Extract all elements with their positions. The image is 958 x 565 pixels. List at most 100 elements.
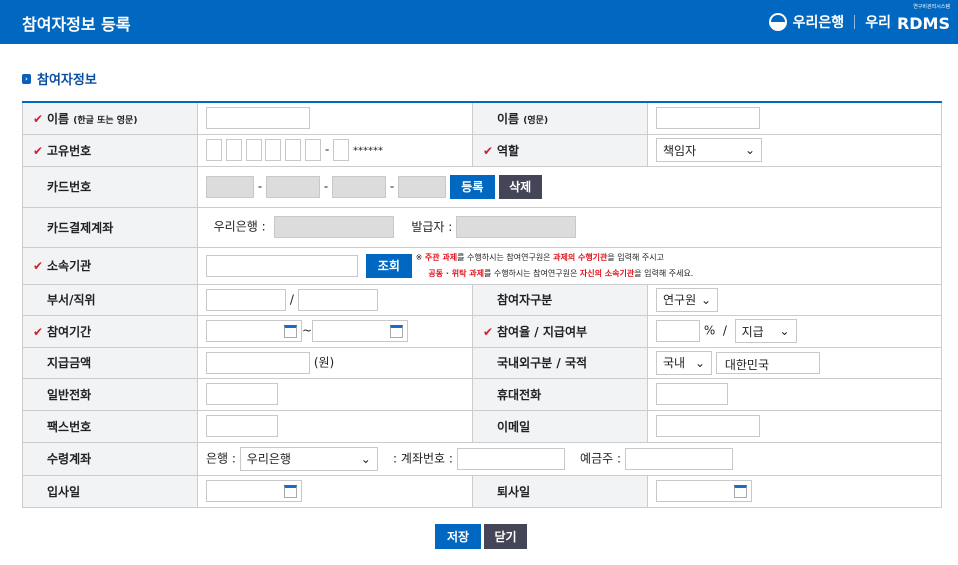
close-button[interactable]: 닫기: [484, 524, 527, 549]
dash: -: [324, 142, 330, 157]
domestic-select[interactable]: 국내 ⌄: [656, 350, 712, 375]
card-no-input-2[interactable]: [266, 175, 320, 198]
label-note: (한글 또는 영문): [73, 115, 138, 126]
holder-input[interactable]: [624, 447, 733, 470]
calendar-icon[interactable]: [734, 485, 747, 498]
required-check-icon: ✔: [483, 143, 494, 158]
dash: -: [257, 179, 263, 193]
tilde: ~: [302, 323, 313, 338]
calendar-icon[interactable]: [284, 325, 297, 338]
label-pay-amount: 지급금액: [47, 356, 92, 370]
name-kr-input[interactable]: [206, 107, 310, 130]
note-text: 을 입력해 주시고: [607, 252, 665, 262]
id-digit-input[interactable]: [225, 139, 242, 161]
id-digit-input[interactable]: [333, 139, 350, 161]
rate-input[interactable]: [656, 320, 700, 342]
label-join-date: 입사일: [47, 484, 81, 499]
label-dept-pos: 부서/직위: [47, 293, 96, 307]
id-digit-input[interactable]: [206, 139, 222, 161]
save-button[interactable]: 저장: [435, 524, 481, 549]
note-text: 을 입력해 주세요.: [634, 268, 694, 278]
label-name-en: 이름: [497, 111, 520, 126]
account-no-input[interactable]: [456, 447, 565, 470]
label-mobile: 휴대전화: [497, 387, 542, 402]
affiliation-input[interactable]: [206, 254, 358, 277]
affiliation-note: ※ 주관 과제를 수행하시는 참여연구원은 과제의 수행기관을 입력해 주시고 …: [416, 250, 694, 282]
chevron-down-icon: ⌄: [360, 451, 371, 466]
card-account-input: [273, 216, 394, 238]
chevron-down-icon: ⌄: [779, 324, 790, 338]
pay-value: 지급: [741, 324, 764, 339]
label-account: 수령계좌: [47, 452, 92, 466]
bank-select[interactable]: 우리은행 ⌄: [239, 446, 378, 471]
role-select[interactable]: 책임자 ⌄: [656, 138, 762, 162]
rdms-logo-group: 연구비관리시스템 RDMS: [896, 4, 950, 33]
nation-value: 대한민국: [724, 357, 769, 372]
join-date-input[interactable]: [206, 480, 302, 502]
label-id-no: 고유번호: [47, 143, 92, 158]
participant-type-select[interactable]: 연구원 ⌄: [656, 287, 718, 312]
label-phone: 일반전화: [47, 387, 92, 402]
id-digit-input[interactable]: [305, 139, 322, 161]
note-mark: ※: [415, 252, 423, 262]
woori-bank-logo: 우리은행: [792, 14, 845, 31]
label-rate-pay: 참여율 / 지급여부: [497, 324, 588, 339]
label-fax: 팩스번호: [47, 419, 92, 434]
rdms-logo: RDMS: [896, 14, 950, 33]
bullet-icon: ›: [22, 73, 31, 84]
role-value: 책임자: [663, 143, 697, 158]
issuer-label: 발급자 :: [411, 219, 453, 234]
pay-amount-input[interactable]: [206, 351, 310, 374]
chevron-down-icon: ⌄: [700, 292, 711, 307]
bank-value: 우리은행: [246, 452, 291, 466]
label-leave-date: 퇴사일: [497, 484, 531, 499]
rdms-subtitle: 연구비관리시스템: [913, 4, 950, 10]
label-text: 이름: [47, 111, 70, 126]
id-mask: ******: [352, 145, 383, 157]
card-no-input-3[interactable]: [332, 175, 386, 198]
email-input[interactable]: [656, 415, 760, 437]
card-no-input-4[interactable]: [398, 175, 446, 198]
required-check-icon: ✔: [33, 259, 44, 273]
issuer-input: [456, 216, 577, 238]
chevron-down-icon: ⌄: [744, 143, 755, 157]
calendar-icon[interactable]: [284, 485, 297, 498]
card-bank-label: 우리은행 :: [213, 219, 266, 234]
lookup-button[interactable]: 조회: [365, 253, 412, 278]
logos: 우리은행 우리 연구비관리시스템 RDMS: [768, 4, 950, 33]
account-no-label: : 계좌번호 :: [393, 451, 453, 465]
dept-input[interactable]: [206, 288, 286, 311]
period-end-input[interactable]: [312, 320, 409, 342]
note-text: 과제의 수행기관: [553, 252, 608, 262]
fax-input[interactable]: [206, 415, 278, 437]
note-text: 를 수행하시는 참여연구원은: [457, 252, 554, 262]
card-delete-button[interactable]: 삭제: [498, 174, 542, 199]
label-domestic-nation: 국내외구분 / 국적: [497, 356, 588, 370]
holder-label: 예금주 :: [580, 451, 622, 465]
required-check-icon: ✔: [483, 324, 494, 339]
divider: [854, 14, 856, 29]
dash: -: [389, 179, 395, 193]
pay-select[interactable]: 지급 ⌄: [734, 319, 797, 343]
nation-input[interactable]: 대한민국: [715, 351, 820, 374]
card-no-input-1[interactable]: [206, 175, 254, 198]
note-text: 자신의 소속기관: [579, 268, 635, 278]
id-digit-input[interactable]: [265, 139, 282, 161]
leave-date-input[interactable]: [656, 480, 752, 502]
section-title: › 참여자정보: [22, 69, 97, 88]
name-en-input[interactable]: [656, 107, 760, 130]
id-digit-input[interactable]: [285, 139, 302, 161]
calendar-icon[interactable]: [390, 325, 404, 338]
position-input[interactable]: [297, 288, 378, 311]
label-card-no: 카드번호: [47, 180, 92, 194]
card-register-button[interactable]: 등록: [449, 174, 495, 199]
label-card-account: 카드결제계좌: [47, 220, 114, 235]
mobile-input[interactable]: [656, 383, 728, 405]
participant-form: ✔ 이름 (한글 또는 영문) 이름 (영문) ✔ 고유번호 - ****** ✔ 역…: [22, 101, 942, 508]
rdms-logo-prefix: 우리: [865, 14, 891, 31]
label-name-kr: ✔ 이름 (한글 또는 영문): [22, 101, 198, 135]
period-start-input[interactable]: [206, 320, 302, 342]
phone-input[interactable]: [206, 383, 278, 405]
id-digit-input[interactable]: [245, 139, 262, 161]
page-title: 참여자정보 등록: [22, 15, 131, 34]
